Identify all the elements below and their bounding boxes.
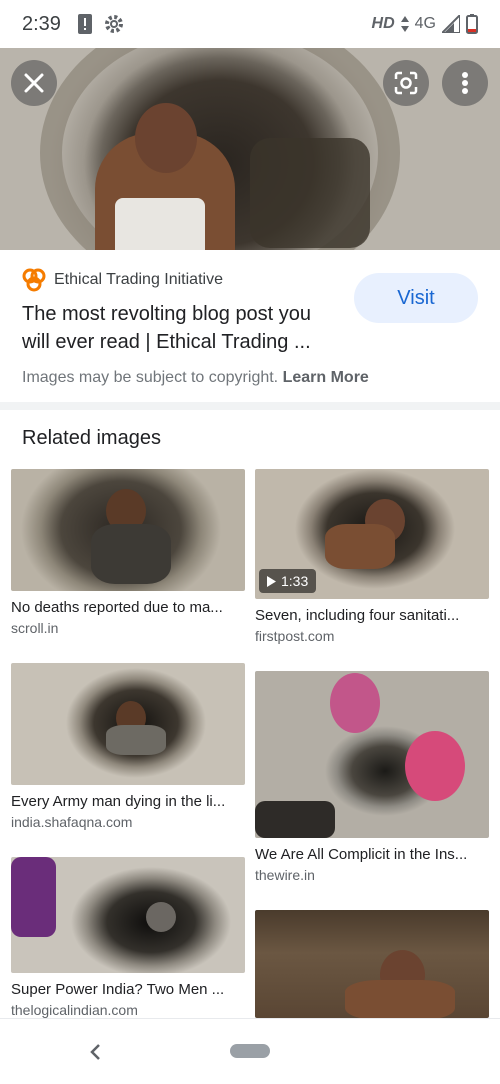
status-notification-icons [78, 14, 124, 34]
worker-cloth [115, 198, 205, 250]
back-icon[interactable] [88, 1043, 102, 1061]
related-thumbnail[interactable]: 1:33 [255, 469, 489, 599]
thumb-person [405, 731, 465, 801]
close-button[interactable] [11, 60, 57, 106]
source-logo-icon [22, 268, 46, 292]
more-vert-icon [462, 72, 468, 94]
more-options-button[interactable] [442, 60, 488, 106]
thumb-person-body [91, 524, 171, 584]
play-icon [267, 575, 276, 587]
source-row[interactable]: Ethical Trading Initiative [22, 268, 223, 292]
settings-gear-icon [105, 15, 123, 33]
battery-low-icon [466, 14, 478, 34]
related-thumbnail[interactable] [255, 910, 489, 1018]
google-lens-button[interactable] [383, 60, 429, 106]
status-time: 2:39 [22, 13, 61, 35]
thumb-person [146, 902, 176, 932]
image-debris [250, 138, 370, 248]
related-thumbnail[interactable] [11, 857, 245, 973]
related-caption: Every Army man dying in the li... [11, 793, 226, 810]
data-transfer-icon [400, 16, 409, 32]
thumb-person-body [325, 524, 395, 569]
signal-icon [442, 15, 460, 33]
result-title[interactable]: The most revolting blog post you will ev… [22, 300, 342, 356]
related-thumbnail[interactable] [255, 671, 489, 838]
related-item[interactable] [255, 910, 489, 1018]
visit-button[interactable]: Visit [354, 273, 478, 323]
related-thumbnail[interactable] [11, 663, 245, 785]
related-domain: scroll.in [11, 620, 59, 636]
network-quality: HD [371, 15, 395, 32]
network-type: 4G [414, 15, 436, 32]
video-duration: 1:33 [281, 573, 309, 589]
status-system-icons: HD 4G [372, 14, 478, 34]
system-nav-bar [0, 1018, 500, 1084]
related-caption: We Are All Complicit in the Ins... [255, 846, 468, 863]
related-item[interactable]: We Are All Complicit in the Ins... thewi… [255, 671, 489, 883]
related-caption: Seven, including four sanitati... [255, 607, 460, 624]
thumb-person [255, 801, 335, 838]
related-caption: Super Power India? Two Men ... [11, 981, 225, 998]
related-item[interactable]: Super Power India? Two Men ... thelogica… [11, 857, 245, 1018]
home-pill[interactable] [230, 1044, 270, 1058]
related-thumbnail[interactable] [11, 469, 245, 591]
thumb-person-body [106, 725, 166, 755]
related-images-heading: Related images [22, 427, 161, 449]
close-icon [24, 73, 44, 93]
source-name: Ethical Trading Initiative [54, 271, 223, 288]
related-domain: thewire.in [255, 867, 315, 883]
related-item[interactable]: No deaths reported due to ma... scroll.i… [11, 469, 245, 636]
status-bar: 2:39 HD 4G [0, 0, 500, 48]
thumb-person-body [345, 980, 455, 1018]
related-item[interactable]: Every Army man dying in the li... india.… [11, 663, 245, 830]
related-caption: No deaths reported due to ma... [11, 599, 223, 616]
learn-more-link[interactable]: Learn More [283, 369, 369, 386]
related-domain: thelogicalindian.com [11, 1002, 138, 1018]
thumb-person [330, 673, 380, 733]
alert-icon [78, 14, 92, 34]
lens-icon [394, 71, 418, 95]
copyright-notice: Images may be subject to copyright. Lear… [22, 369, 369, 387]
video-duration-badge: 1:33 [259, 569, 317, 593]
related-item[interactable]: 1:33 Seven, including four sanitati... f… [255, 469, 489, 644]
worker-head [135, 103, 197, 173]
related-domain: india.shafaqna.com [11, 814, 133, 830]
thumb-person [11, 857, 56, 937]
copyright-text: Images may be subject to copyright. [22, 369, 279, 386]
related-domain: firstpost.com [255, 628, 335, 644]
section-divider [0, 402, 500, 410]
